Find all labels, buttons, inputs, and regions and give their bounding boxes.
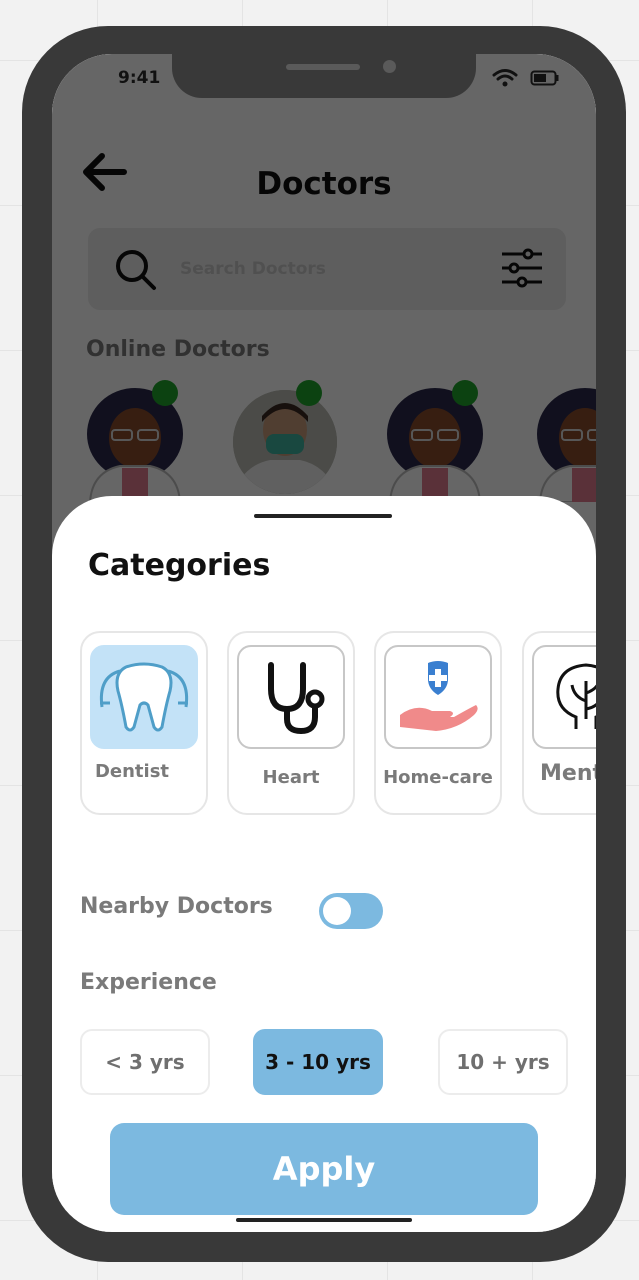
category-label: Dentist bbox=[94, 761, 170, 782]
category-label: Heart bbox=[262, 767, 320, 788]
category-card-heart[interactable]: Heart bbox=[227, 631, 355, 815]
category-label: Home-care bbox=[383, 767, 493, 788]
search-icon bbox=[116, 250, 156, 290]
doctor-avatar[interactable] bbox=[530, 386, 596, 503]
sheet-grabber-handle[interactable] bbox=[254, 514, 392, 518]
category-image bbox=[237, 645, 345, 749]
category-card-home-care[interactable]: Home-care bbox=[374, 631, 502, 815]
experience-label: Experience bbox=[80, 970, 217, 995]
wifi-icon bbox=[492, 69, 518, 87]
female-doctor-avatar-icon bbox=[537, 388, 596, 503]
brain-icon bbox=[556, 663, 596, 729]
speaker-grille bbox=[286, 64, 360, 70]
experience-option-over-10[interactable]: 10 + yrs bbox=[438, 1029, 568, 1095]
online-status-dot bbox=[452, 380, 478, 406]
home-indicator[interactable] bbox=[236, 1218, 412, 1222]
experience-option-3-to-10[interactable]: 3 - 10 yrs bbox=[253, 1029, 383, 1095]
category-label: Mental bbox=[540, 761, 596, 786]
page-title: Doctors bbox=[256, 166, 392, 202]
online-status-dot bbox=[296, 380, 322, 406]
tooth-icon bbox=[99, 662, 189, 732]
category-card-dentist[interactable]: Dentist bbox=[80, 631, 208, 815]
doctor-avatar[interactable] bbox=[380, 386, 490, 503]
toggle-knob bbox=[323, 897, 351, 925]
categories-title: Categories bbox=[88, 548, 271, 583]
app-screen: Doctors Online Doctors bbox=[52, 54, 596, 1232]
female-doctor-avatar-icon bbox=[87, 388, 183, 503]
category-image bbox=[90, 645, 198, 749]
doctor-avatar[interactable] bbox=[230, 386, 340, 502]
stethoscope-icon bbox=[268, 662, 325, 735]
nearby-doctors-toggle[interactable] bbox=[319, 893, 383, 929]
nearby-doctors-label: Nearby Doctors bbox=[80, 894, 273, 919]
online-doctors-title: Online Doctors bbox=[86, 337, 270, 362]
male-doctor-photo-icon bbox=[233, 390, 337, 494]
phone-frame: Doctors Online Doctors bbox=[22, 26, 626, 1262]
status-icons bbox=[492, 68, 560, 88]
search-bar[interactable] bbox=[88, 228, 566, 310]
camera-icon bbox=[383, 60, 396, 73]
filter-bottom-sheet: Categories Dentist Heart Home-care Men N… bbox=[52, 496, 596, 1232]
search-input[interactable] bbox=[180, 254, 480, 284]
device-notch bbox=[172, 54, 476, 98]
category-image bbox=[384, 645, 492, 749]
category-card-mental[interactable]: Mental bbox=[522, 631, 596, 815]
experience-option-under-3[interactable]: < 3 yrs bbox=[80, 1029, 210, 1095]
status-time: 9:41 bbox=[118, 68, 161, 88]
apply-button[interactable]: Apply bbox=[110, 1123, 538, 1215]
category-image bbox=[532, 645, 596, 749]
female-doctor-avatar-icon bbox=[387, 388, 483, 503]
battery-icon bbox=[530, 70, 559, 86]
filter-sliders-icon[interactable] bbox=[500, 248, 544, 288]
home-care-icon bbox=[400, 661, 478, 731]
doctor-avatar[interactable] bbox=[80, 386, 190, 503]
online-status-dot bbox=[152, 380, 178, 406]
